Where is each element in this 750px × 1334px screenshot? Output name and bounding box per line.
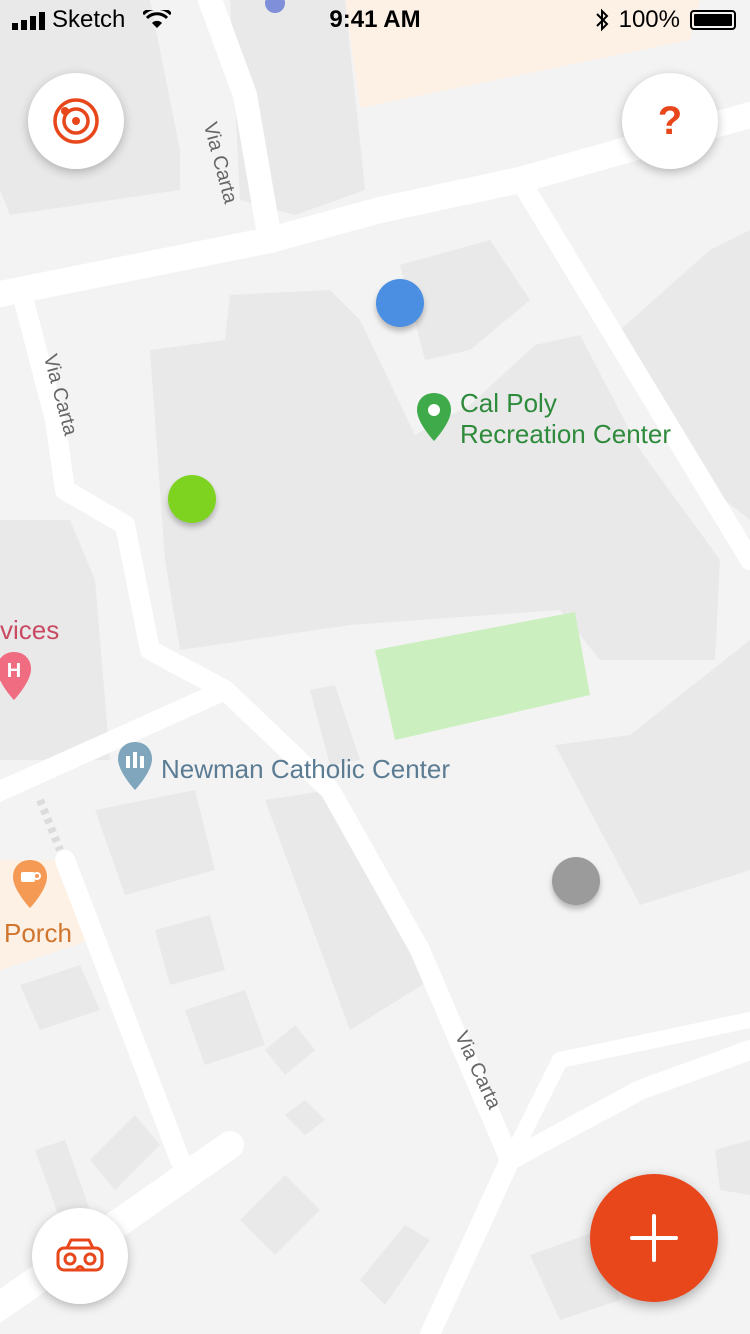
gray-location-dot[interactable] xyxy=(552,857,600,905)
place-label: Recreation Center xyxy=(460,419,671,449)
place-label: Newman Catholic Center xyxy=(161,754,451,784)
bluetooth-icon xyxy=(596,8,609,32)
map[interactable] xyxy=(0,0,750,1334)
hospital-icon: H xyxy=(0,652,31,700)
svg-text:H: H xyxy=(7,660,21,682)
vr-button[interactable] xyxy=(32,1208,128,1304)
radar-button[interactable] xyxy=(28,73,124,169)
place-label: Porch xyxy=(4,918,72,948)
place-label: Cal Poly xyxy=(460,388,557,418)
vr-headset-icon xyxy=(56,1238,104,1272)
church-icon xyxy=(118,742,152,790)
green-location-dot[interactable] xyxy=(168,475,216,523)
map-pin-icon xyxy=(417,393,451,441)
coffee-icon xyxy=(13,860,47,908)
battery-percentage: 100% xyxy=(618,6,680,33)
place-label: vices xyxy=(0,615,60,645)
battery-icon xyxy=(690,10,736,30)
question-icon: ? xyxy=(657,98,683,143)
status-bar: Sketch 9:41 AM 100% xyxy=(0,0,750,40)
radar-icon xyxy=(53,98,99,144)
blue-location-dot[interactable] xyxy=(376,279,424,327)
add-button[interactable] xyxy=(590,1174,718,1302)
plus-icon xyxy=(630,1214,678,1262)
help-button[interactable]: ? xyxy=(622,73,718,169)
